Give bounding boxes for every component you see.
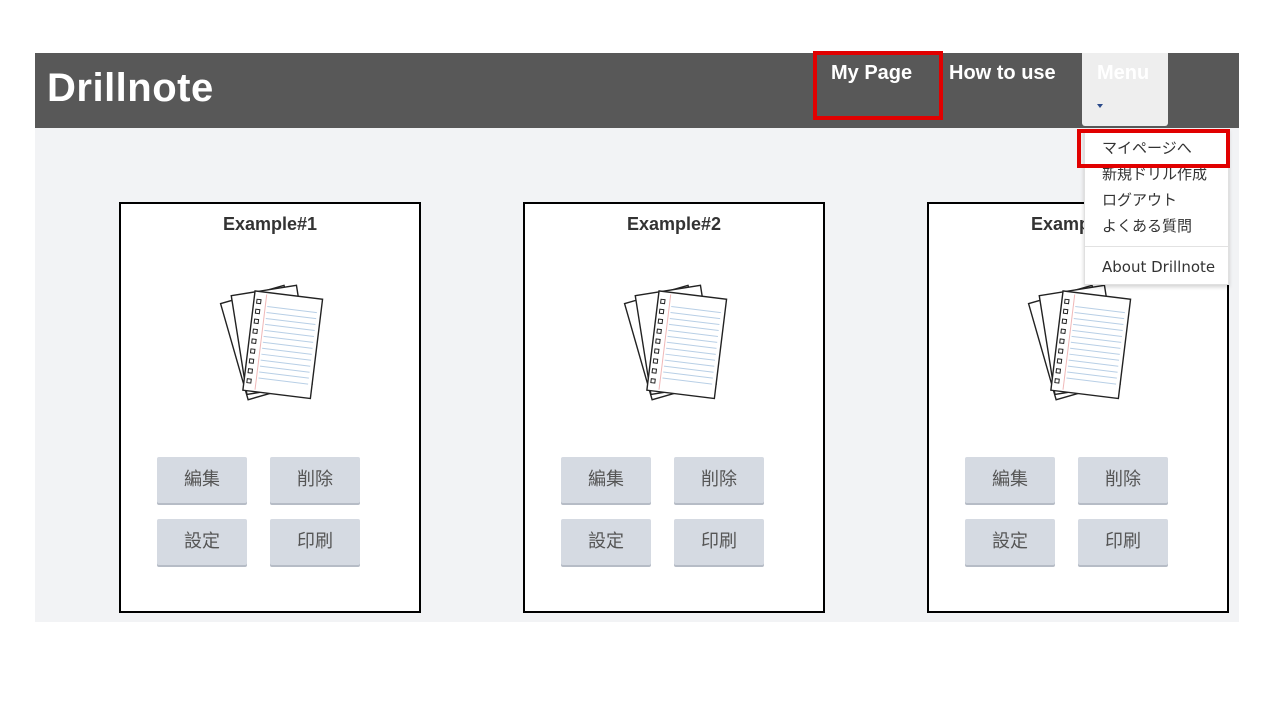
card-title: Example#2 — [626, 214, 722, 234]
edit-button[interactable]: 編集 — [965, 457, 1055, 503]
edit-button[interactable]: 編集 — [157, 457, 247, 503]
nav-my-page-link[interactable]: My Page — [831, 62, 912, 85]
dropdown-item-faq[interactable]: よくある質問 — [1102, 215, 1192, 236]
dropdown-item-logout[interactable]: ログアウト — [1102, 189, 1177, 210]
edit-button[interactable]: 編集 — [561, 457, 651, 503]
notebook-pages-icon — [1027, 284, 1132, 401]
delete-button[interactable]: 削除 — [1078, 457, 1168, 503]
settings-button[interactable]: 設定 — [561, 519, 651, 565]
drill-card: Example#2 編集 削除 設定 印刷 — [523, 202, 825, 613]
caret-down-icon — [1097, 104, 1103, 108]
print-button[interactable]: 印刷 — [674, 519, 764, 565]
menu-dropdown-toggle[interactable]: Menu — [1082, 53, 1168, 126]
settings-button[interactable]: 設定 — [157, 519, 247, 565]
brand-logo[interactable]: Drillnote — [47, 66, 214, 111]
card-title: Example#1 — [222, 214, 318, 234]
menu-label: Menu — [1097, 62, 1150, 84]
dropdown-item-new-drill[interactable]: 新規ドリル作成 — [1102, 163, 1207, 184]
menu-dropdown: マイページへ 新規ドリル作成 ログアウト よくある質問 About Drilln… — [1084, 129, 1229, 285]
print-button[interactable]: 印刷 — [270, 519, 360, 565]
settings-button[interactable]: 設定 — [965, 519, 1055, 565]
drill-card: Example#1 編集 削除 設定 印刷 — [119, 202, 421, 613]
print-button[interactable]: 印刷 — [1078, 519, 1168, 565]
nav-how-to-use-link[interactable]: How to use — [949, 62, 1056, 85]
dropdown-divider — [1085, 246, 1228, 247]
notebook-pages-icon — [219, 284, 324, 401]
delete-button[interactable]: 削除 — [674, 457, 764, 503]
navbar: Drillnote My Page How to use Menu — [35, 53, 1239, 128]
dropdown-item-about[interactable]: About Drillnote — [1102, 258, 1215, 276]
dropdown-item-my-page[interactable]: マイページへ — [1102, 137, 1192, 158]
delete-button[interactable]: 削除 — [270, 457, 360, 503]
notebook-pages-icon — [623, 284, 728, 401]
